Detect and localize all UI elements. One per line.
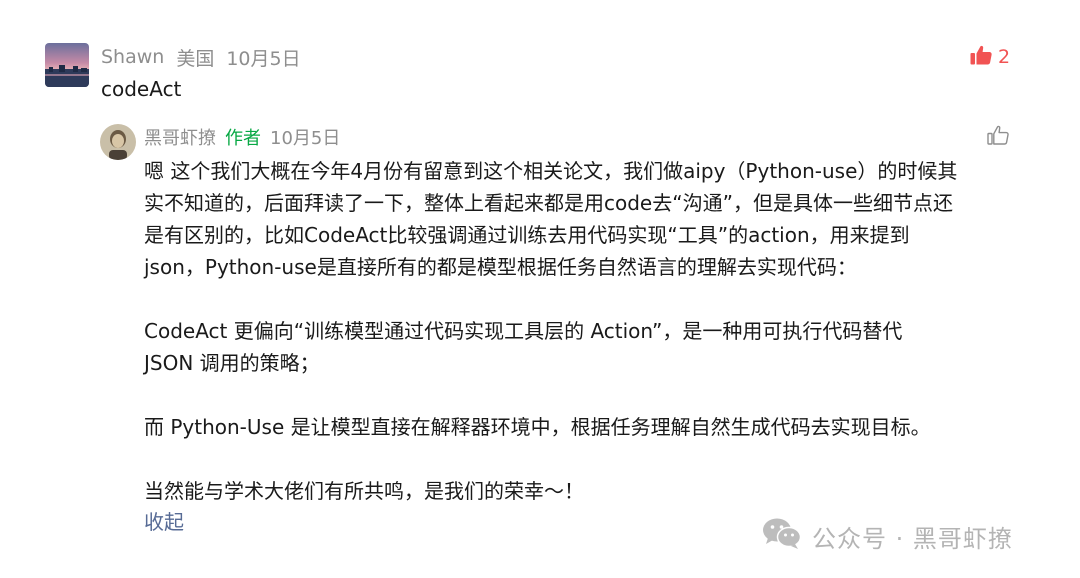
collapse-link[interactable]: 收起 [144, 508, 184, 536]
watermark: 公众号 · 黑哥虾撩 [762, 516, 1013, 556]
reply-line: 嗯 这个我们大概在今年4月份有留意到这个相关论文，我们做aipy（Python-… [144, 159, 958, 183]
thumbs-up-outline-icon [987, 125, 1009, 149]
reply-line: 当然能与学术大佬们有所共鸣，是我们的荣幸～！ [144, 479, 584, 503]
reply-like-button[interactable] [987, 125, 1009, 149]
comment-meta: Shawn 美国 10月5日 [101, 44, 313, 70]
reply-line: 实不知道的，后面拜读了一下，整体上看起来都是用code去“沟通”，但是具体一些细… [144, 191, 953, 215]
reply-line: 而 Python-Use 是让模型直接在解释器环境中，根据任务理解自然生成代码去… [144, 415, 931, 439]
thumbs-up-filled-icon [970, 45, 992, 69]
author-badge: 作者 [225, 128, 261, 149]
comment-text: codeAct [101, 77, 182, 101]
reply-line: JSON 调用的策略； [144, 351, 320, 375]
username[interactable]: Shawn [101, 46, 164, 68]
reply-username[interactable]: 黑哥虾撩 [144, 124, 216, 150]
reply-meta: 黑哥虾撩 作者 10月5日 [144, 124, 349, 150]
avatar[interactable] [45, 43, 89, 87]
location: 美国 [176, 47, 215, 70]
like-count: 2 [998, 46, 1011, 68]
reply-line: json，Python-use是直接所有的都是模型根据任务自然语言的理解去实现代… [144, 255, 857, 279]
comment-date: 10月5日 [226, 47, 301, 70]
reply-avatar[interactable] [100, 124, 136, 160]
reply-text: 嗯 这个我们大概在今年4月份有留意到这个相关论文，我们做aipy（Python-… [144, 155, 1024, 507]
wechat-icon [762, 516, 802, 556]
reply-line: CodeAct 更偏向“训练模型通过代码实现工具层的 Action”，是一种用可… [144, 319, 903, 343]
like-button[interactable]: 2 [970, 44, 1010, 70]
reply-date: 10月5日 [270, 128, 341, 149]
reply-line: 是有区别的，比如CodeAct比较强调通过训练去用代码实现“工具”的action… [144, 223, 910, 247]
watermark-text: 公众号 · 黑哥虾撩 [812, 524, 1013, 553]
